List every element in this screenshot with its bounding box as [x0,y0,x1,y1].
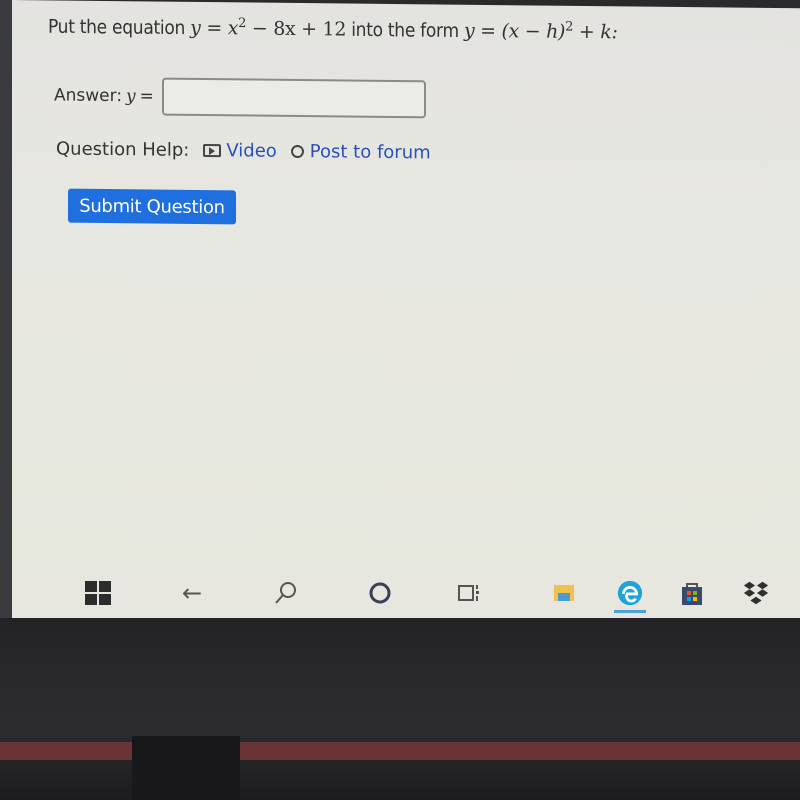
post-to-forum-link[interactable]: Post to forum [290,141,431,164]
question-prefix: Put the equation [48,15,191,40]
windows-start-icon[interactable] [84,580,112,606]
cortana-icon[interactable] [366,580,394,606]
question-text: Put the equation y = x2 − 8x + 12 into t… [48,14,618,44]
laptop-body-edge [0,742,800,760]
active-app-indicator [614,610,646,613]
back-arrow-icon[interactable]: ← [178,579,206,607]
equation: y = x2 − 8x + 12 [190,16,347,41]
video-link-label: Video [226,140,277,162]
video-icon [203,144,222,158]
laptop-bezel-bottom [0,618,800,800]
submit-question-button[interactable]: Submit Question [68,188,236,225]
answer-input[interactable] [161,77,426,119]
answer-eq: = [139,86,154,107]
chat-bubble-icon [290,144,304,159]
question-middle: into the form [346,18,464,43]
target-form: y = (x − h)2 + k: [463,19,618,44]
answer-var: y [126,86,136,107]
dropbox-icon[interactable] [742,580,770,606]
edge-icon[interactable] [614,580,646,613]
video-link[interactable]: Video [203,140,277,162]
browser-screen: Put the equation y = x2 − 8x + 12 into t… [12,0,800,627]
question-help: Question Help: Video Post to forum [56,138,431,163]
answer-label: Answer: [54,85,123,107]
task-view-icon[interactable] [456,580,484,606]
file-explorer-icon[interactable] [550,580,578,606]
answer-row: Answer: y = [54,76,426,119]
search-icon[interactable] [272,580,300,606]
windows-taskbar: ← [12,566,800,618]
forum-link-label: Post to forum [309,141,431,164]
microsoft-store-icon[interactable] [678,580,706,606]
question-help-label: Question Help: [56,138,190,161]
laptop-hinge [132,736,240,800]
